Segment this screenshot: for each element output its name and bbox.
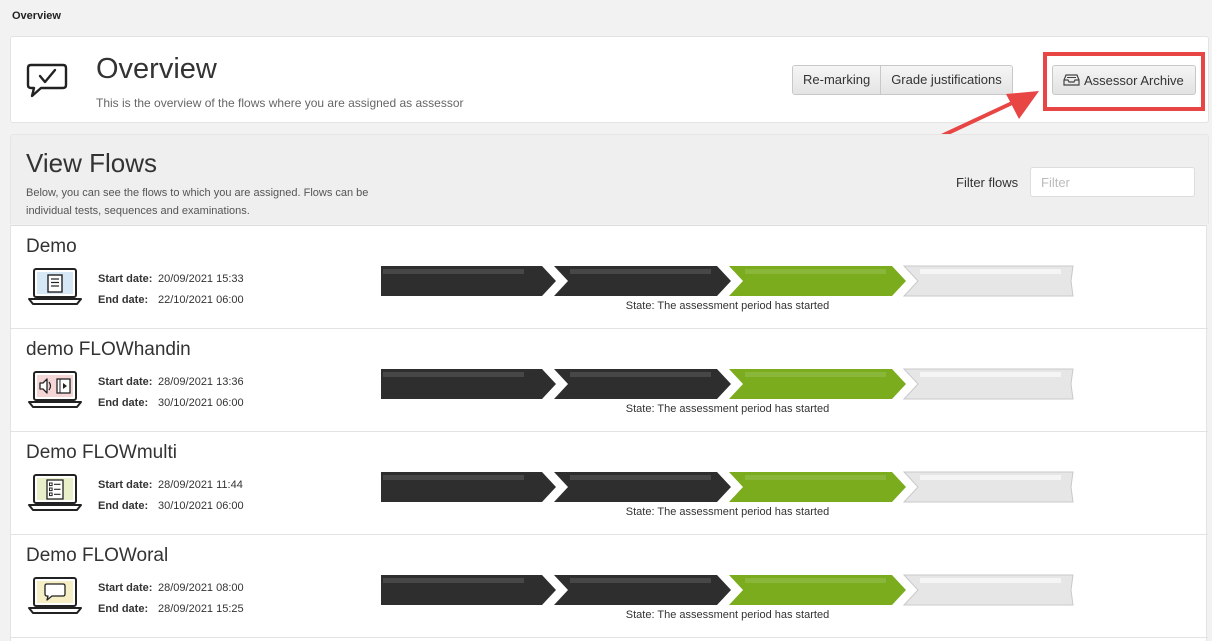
assessor-archive-button[interactable]: Assessor Archive [1052, 65, 1196, 95]
end-date-label: End date: [98, 603, 149, 615]
progress-step-shine [383, 475, 524, 480]
start-date-label: Start date: [98, 582, 153, 594]
page-title: Overview [96, 53, 217, 85]
breadcrumb: Overview [12, 10, 61, 22]
laptop-document-icon [28, 268, 82, 305]
progress-step-shine [920, 475, 1061, 480]
filter-flows-input[interactable] [1030, 167, 1195, 197]
flow-name[interactable]: Demo [26, 236, 77, 258]
laptop-checklist-icon [28, 474, 82, 511]
header-button-group: Re-marking Grade justifications [792, 65, 1013, 95]
progress-step-shine [383, 578, 524, 583]
progress-chevrons [381, 574, 1074, 606]
checkmark-speech-bubble-icon [26, 63, 68, 98]
overview-header: Overview This is the overview of the flo… [10, 36, 1209, 123]
laptop-media-icon [28, 371, 82, 408]
laptop-speech-icon [28, 577, 82, 614]
start-date: Start date: 28/09/2021 11:44 [98, 479, 243, 491]
progress-step-shine [745, 269, 886, 274]
start-date-label: Start date: [98, 273, 153, 285]
view-flows-title: View Flows [26, 148, 158, 178]
end-date-label: End date: [98, 294, 149, 306]
flow-name[interactable]: Demo FLOWmulti [26, 442, 177, 464]
progress-step-shine [383, 269, 524, 274]
progress-step-shine [920, 578, 1061, 583]
start-date: Start date: 28/09/2021 13:36 [98, 376, 244, 388]
assessor-archive-label: Assessor Archive [1084, 72, 1184, 88]
archive-box-icon [1063, 74, 1080, 86]
progress-step-shine [383, 372, 524, 377]
flow-name[interactable]: Demo FLOWoral [26, 545, 168, 567]
progress-step-shine [920, 372, 1061, 377]
flow-state: State: The assessment period has started [625, 300, 830, 312]
end-date-label: End date: [98, 397, 149, 409]
start-date-value: 20/09/2021 15:33 [158, 273, 244, 285]
filter-flows-label: Filter flows [956, 175, 1019, 190]
progress-step-shine [920, 269, 1061, 274]
end-date-value: 30/10/2021 06:00 [158, 397, 244, 409]
start-date-value: 28/09/2021 13:36 [158, 376, 244, 388]
progress-step-shine [570, 372, 711, 377]
page-subtitle: This is the overview of the flows where … [96, 96, 464, 110]
flow-list: Demo Start date: 20/09/2021 15:33 End dat… [10, 225, 1208, 641]
flow-name[interactable]: demo FLOWhandin [26, 339, 191, 361]
progress-chevrons [381, 471, 1074, 503]
start-date: Start date: 28/09/2021 08:00 [98, 582, 244, 594]
start-date-value: 28/09/2021 11:44 [158, 479, 243, 491]
start-date: Start date: 20/09/2021 15:33 [98, 273, 244, 285]
progress-step-shine [570, 578, 711, 583]
progress-chevrons [381, 265, 1074, 297]
end-date-label: End date: [98, 500, 149, 512]
progress-step-shine [745, 372, 886, 377]
flow-state: State: The assessment period has started [625, 506, 830, 518]
start-date-value: 28/09/2021 08:00 [158, 582, 244, 594]
view-flows-description: Below, you can see the flows to which yo… [26, 187, 369, 217]
start-date-label: Start date: [98, 376, 153, 388]
end-date: End date: 22/10/2021 06:00 [98, 294, 244, 306]
flow-row[interactable]: demo FLOWhandin Start date: 28/09/2021 13… [11, 329, 1208, 432]
grade-justifications-button[interactable]: Grade justifications [880, 66, 1012, 94]
flow-row[interactable]: Demo FLOWoral Start date: 28/09/2021 08:0… [11, 535, 1208, 638]
progress-step-shine [745, 578, 886, 583]
end-date: End date: 28/09/2021 15:25 [98, 603, 244, 615]
end-date-value: 22/10/2021 06:00 [158, 294, 244, 306]
progress-chevrons [381, 368, 1074, 400]
progress-step-shine [570, 269, 711, 274]
end-date-value: 30/10/2021 06:00 [158, 500, 244, 512]
progress-step-shine [570, 475, 711, 480]
flow-state: State: The assessment period has started [625, 609, 830, 621]
view-flows-header: View Flows Below, you can see the flows … [10, 134, 1209, 224]
start-date-label: Start date: [98, 479, 153, 491]
flow-row[interactable]: Demo FLOWmulti Start date: 28/09/2021 11:… [11, 432, 1208, 535]
end-date: End date: 30/10/2021 06:00 [98, 500, 244, 512]
end-date: End date: 30/10/2021 06:00 [98, 397, 244, 409]
end-date-value: 28/09/2021 15:25 [158, 603, 244, 615]
remarking-button[interactable]: Re-marking [793, 66, 881, 94]
flow-state: State: The assessment period has started [625, 403, 830, 415]
progress-step-shine [745, 475, 886, 480]
flow-row[interactable]: Demo Start date: 20/09/2021 15:33 End dat… [11, 226, 1208, 329]
